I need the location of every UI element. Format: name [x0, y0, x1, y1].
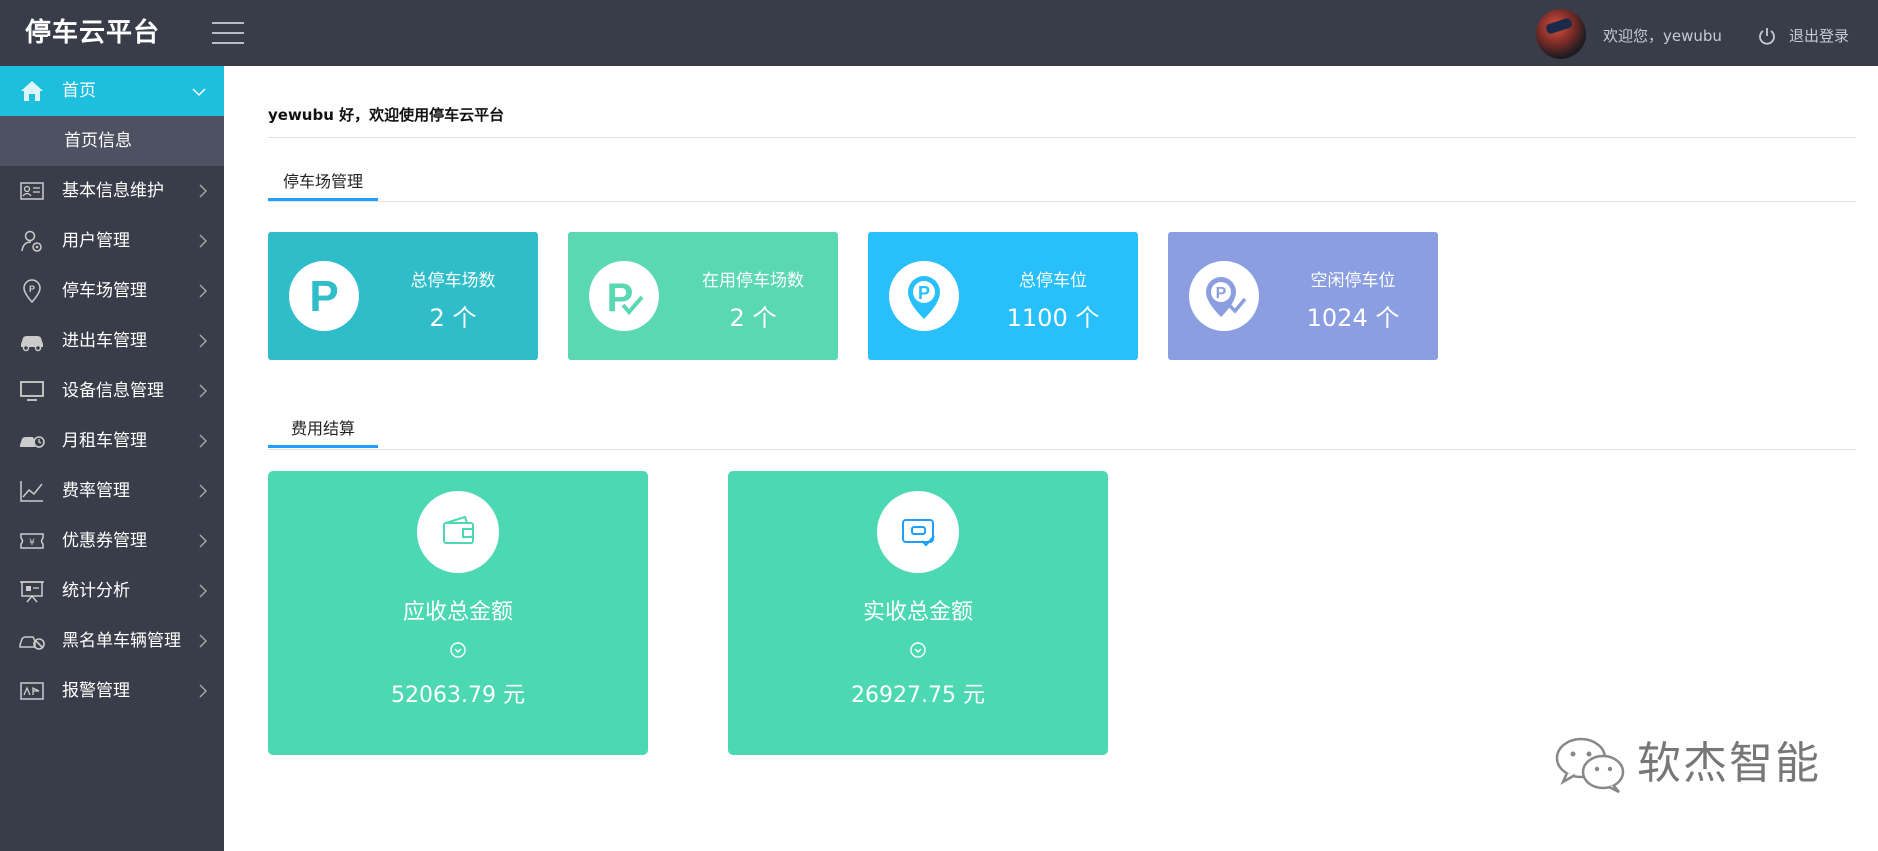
sidebar-item-alarms[interactable]: 报警管理: [0, 666, 224, 716]
sidebar-item-label: 首页: [62, 81, 96, 101]
car-banned-icon: [19, 636, 45, 650]
fee-card-received: 实收总金额 26927.75 元: [728, 471, 1108, 755]
chevron-right-icon: [199, 334, 207, 348]
logout-label: 退出登录: [1789, 27, 1850, 45]
sidebar-item-blacklist[interactable]: 黑名单车辆管理: [0, 616, 224, 666]
sidebar-item-parking[interactable]: P 停车场管理: [0, 266, 224, 316]
sidebar-item-coupons[interactable]: ¥ 优惠券管理: [0, 516, 224, 566]
coupon-icon: ¥: [20, 533, 44, 549]
id-card-icon: [20, 182, 44, 200]
parking-pin-icon: P: [908, 276, 940, 319]
stat-card-total-lots: P 总停车场数 2 个: [268, 232, 538, 360]
divider: [268, 137, 1856, 138]
svg-text:P: P: [1216, 285, 1227, 302]
sidebar-item-label: 月租车管理: [62, 431, 147, 451]
chevron-right-icon: [199, 684, 207, 698]
parking-icon: P: [309, 272, 338, 321]
stat-card-free-spaces: P 空闲停车位 1024 个: [1168, 232, 1438, 360]
brand-title: 停车云平台: [25, 18, 161, 48]
chevron-right-icon: [199, 584, 207, 598]
tab-parking-management[interactable]: 停车场管理: [268, 167, 378, 201]
top-bar: 停车云平台 欢迎您，yewubu 退出登录: [0, 0, 1878, 66]
alarm-board-icon: [20, 682, 44, 700]
sidebar-item-label: 基本信息维护: [62, 181, 164, 201]
logout-button[interactable]: 退出登录: [1757, 0, 1849, 70]
sidebar-item-label: 黑名单车辆管理: [62, 631, 181, 651]
wechat-icon: [1555, 737, 1625, 794]
car-icon: [21, 336, 43, 352]
fee-value: 52063.79 元: [391, 683, 525, 708]
stat-title: 总停车场数: [410, 271, 496, 291]
sidebar-item-basic-info[interactable]: 基本信息维护: [0, 166, 224, 216]
stat-value: 1024 个: [1306, 304, 1400, 332]
parking-free-icon: P: [1206, 277, 1247, 317]
wallet-check-icon: [902, 519, 935, 547]
sidebar-item-label: 用户管理: [62, 231, 130, 251]
tab-fee-settlement[interactable]: 费用结算: [268, 414, 378, 448]
fee-title: 应收总金额: [402, 600, 513, 625]
sidebar-item-devices[interactable]: 设备信息管理: [0, 366, 224, 416]
watermark: 软杰智能: [1553, 734, 1821, 794]
chevron-right-icon: [199, 434, 207, 448]
monitor-icon: [20, 381, 44, 401]
sidebar-item-entry-exit[interactable]: 进出车管理: [0, 316, 224, 366]
stat-value: 2 个: [429, 304, 477, 332]
parking-check-icon: P: [607, 276, 644, 320]
sidebar-item-monthly[interactable]: 月租车管理: [0, 416, 224, 466]
sidebar-item-users[interactable]: 用户管理: [0, 216, 224, 266]
avatar[interactable]: [1536, 9, 1586, 59]
chevron-right-icon: [199, 484, 207, 498]
fee-title: 实收总金额: [862, 600, 973, 625]
watermark-text: 软杰智能: [1637, 738, 1821, 789]
sidebar: 首页 首页信息 基本信息维护 用户管理 P 停车场管理 进出车管理 设备信息管理…: [0, 66, 224, 851]
stat-title: 在用停车场数: [702, 271, 804, 291]
sidebar-item-label: 设备信息管理: [62, 381, 164, 401]
chevron-down-icon: [192, 88, 206, 97]
wallet-icon: [443, 515, 474, 544]
chevron-right-icon: [199, 234, 207, 248]
fee-value: 26927.75 元: [851, 683, 985, 708]
sidebar-item-label: 统计分析: [62, 581, 130, 601]
home-icon: [21, 81, 43, 101]
stat-title: 总停车位: [1019, 271, 1087, 291]
fee-card-receivable: 应收总金额 52063.79 元: [268, 471, 648, 755]
car-clock-icon: [20, 436, 45, 448]
svg-text:P: P: [918, 283, 930, 303]
sidebar-subitem-home-info[interactable]: 首页信息: [0, 116, 224, 166]
svg-text:P: P: [309, 272, 338, 321]
chevron-right-icon: [199, 384, 207, 398]
welcome-text: 欢迎您，yewubu: [1603, 27, 1722, 45]
chevron-right-icon: [199, 284, 207, 298]
chevron-right-icon: [199, 534, 207, 548]
line-chart-icon: [20, 481, 43, 502]
sidebar-item-label: 停车场管理: [62, 281, 147, 301]
divider: [268, 201, 1856, 202]
menu-toggle-icon[interactable]: [212, 22, 244, 46]
stat-value: 1100 个: [1006, 304, 1100, 332]
stat-value: 2 个: [729, 304, 777, 332]
presentation-icon: [20, 581, 44, 603]
stat-card-active-lots: P 在用停车场数 2 个: [568, 232, 838, 360]
divider: [268, 449, 1856, 450]
sidebar-item-label: 报警管理: [62, 681, 130, 701]
chevron-right-icon: [199, 634, 207, 648]
chevron-circle-icon: [910, 642, 926, 658]
page-greeting: yewubu 好，欢迎使用停车云平台: [268, 106, 505, 124]
sidebar-item-label: 进出车管理: [62, 331, 147, 351]
chevron-circle-icon: [450, 642, 466, 658]
sidebar-item-label: 优惠券管理: [62, 531, 147, 551]
sidebar-item-label: 费率管理: [62, 481, 130, 501]
chevron-right-icon: [199, 184, 207, 198]
svg-text:¥: ¥: [29, 538, 35, 548]
stat-card-total-spaces: P 总停车位 1100 个: [868, 232, 1138, 360]
svg-text:P: P: [29, 284, 35, 294]
stat-title: 空闲停车位: [1310, 271, 1396, 291]
sidebar-item-statistics[interactable]: 统计分析: [0, 566, 224, 616]
sidebar-item-rates[interactable]: 费率管理: [0, 466, 224, 516]
sidebar-item-home[interactable]: 首页: [0, 66, 224, 116]
power-icon: [1759, 28, 1775, 45]
parking-pin-icon: P: [23, 279, 41, 303]
user-settings-icon: [21, 230, 42, 252]
